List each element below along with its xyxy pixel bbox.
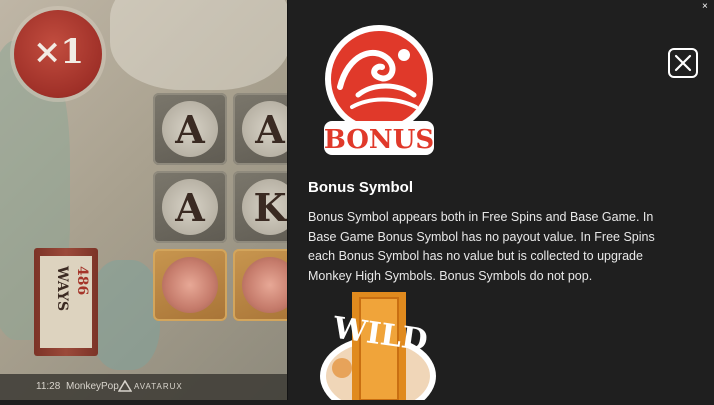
scroll-paper: WAYS 486	[40, 256, 92, 348]
wild-symbol-image: WILD	[312, 292, 444, 405]
game-area: ×1 A A A K WAYS 486 11:28 MonkeyPop AVAT…	[0, 0, 287, 400]
window-close-button[interactable]: ×	[702, 1, 708, 12]
reel-symbol: A	[233, 93, 287, 165]
close-icon	[674, 54, 692, 72]
monkey-symbol	[233, 249, 287, 321]
brand-name: AVATARUX	[134, 382, 183, 391]
symbol-title: Bonus Symbol	[308, 179, 414, 196]
symbol-glyph: K	[253, 185, 287, 230]
clock-time: 11:28	[36, 381, 61, 392]
close-button[interactable]	[668, 48, 698, 78]
ways-scroll: WAYS 486	[34, 248, 98, 356]
ways-label: WAYS	[54, 266, 70, 312]
game-name: MonkeyPop	[66, 381, 119, 392]
multiplier-badge: ×1	[14, 10, 102, 98]
monkey-figure-icon	[162, 257, 218, 313]
symbol-description: Bonus Symbol appears both in Free Spins …	[308, 210, 655, 283]
symbol-glyph: A	[175, 107, 205, 152]
background-brush-stroke	[90, 260, 160, 370]
multiplier-value: ×1	[32, 32, 84, 72]
status-bar: 11:28 MonkeyPop AVATARUX	[0, 374, 287, 400]
symbol-glyph: A	[255, 107, 285, 152]
reel-symbol: A	[153, 93, 227, 165]
reel-symbol: A	[153, 171, 227, 243]
bonus-symbol-image: BONUS	[318, 25, 440, 160]
reel-symbol: K	[233, 171, 287, 243]
brand-logo-icon	[117, 374, 133, 400]
ways-value: 486	[74, 266, 90, 296]
monkey-symbol	[153, 249, 227, 321]
monkey-figure-icon	[242, 257, 287, 313]
symbol-glyph: A	[175, 185, 205, 230]
bonus-logo-text: BONUS	[324, 125, 434, 155]
background-brush-stroke	[110, 0, 287, 90]
